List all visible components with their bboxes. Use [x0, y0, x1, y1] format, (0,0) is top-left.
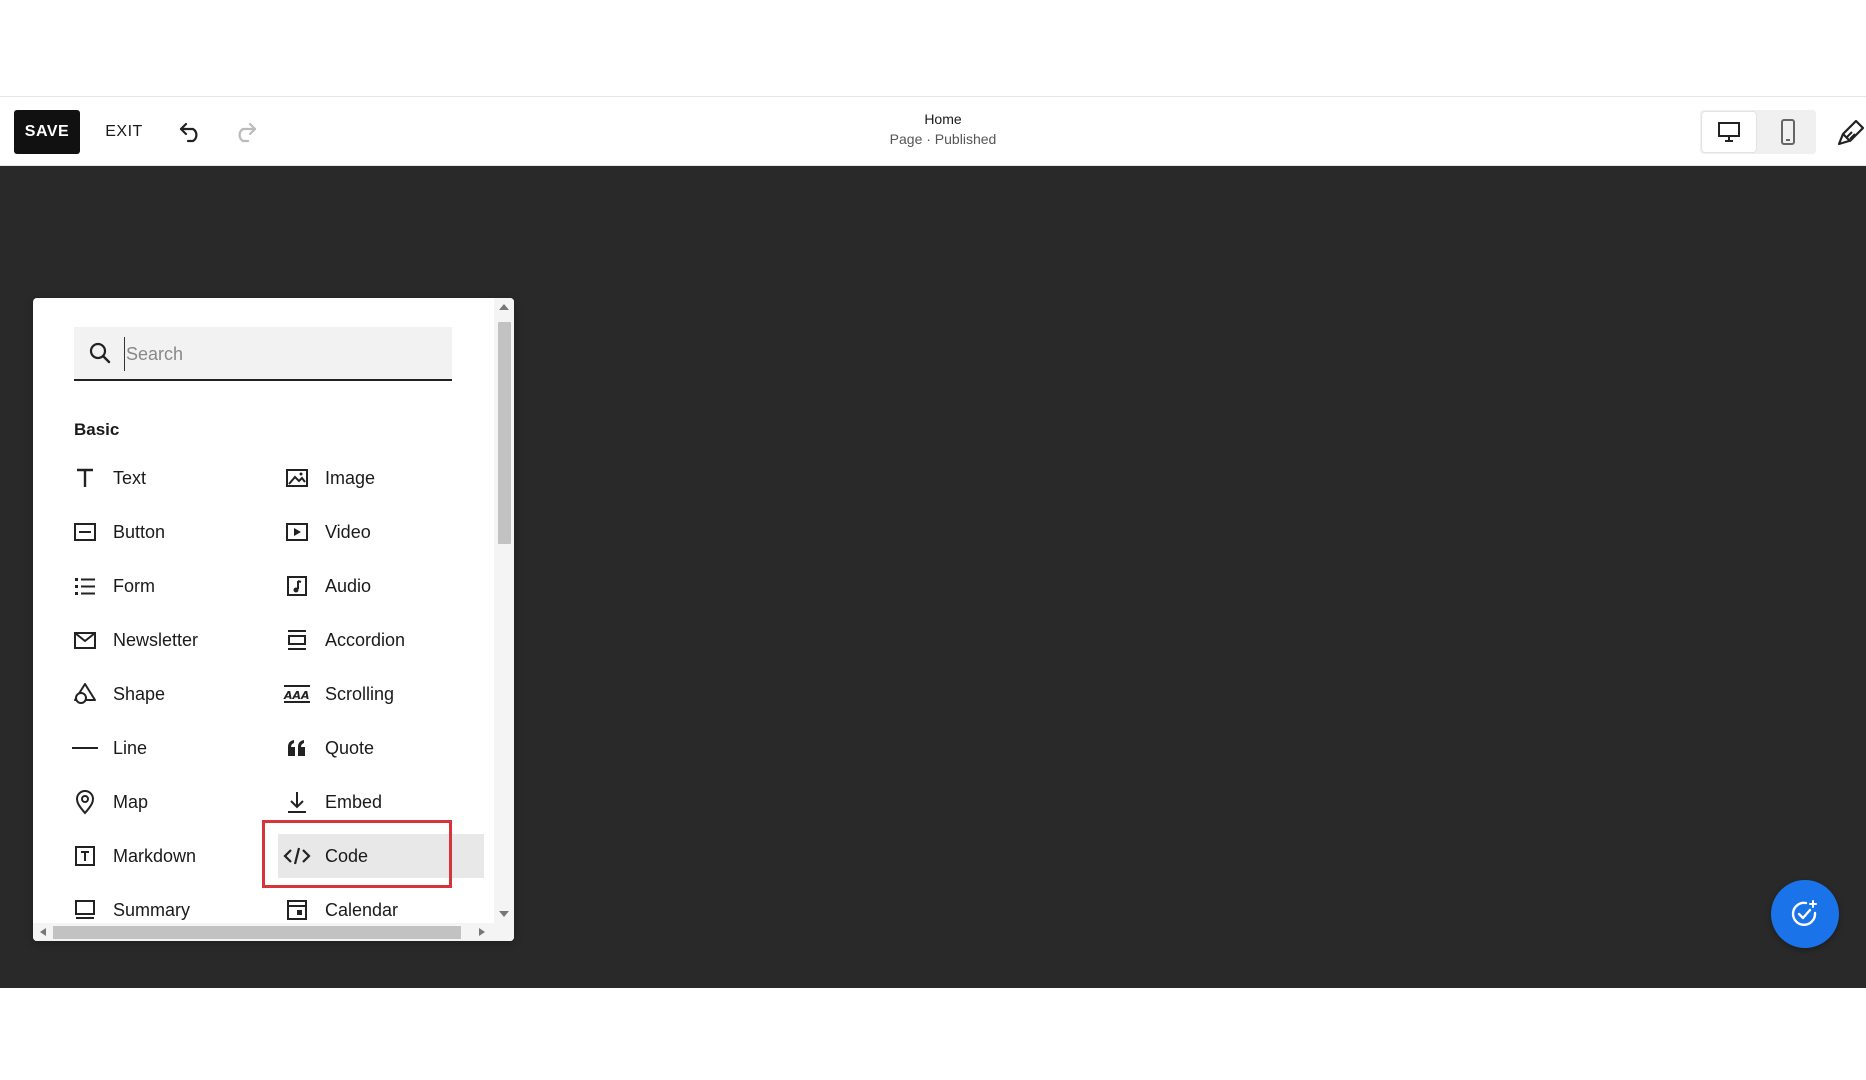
- block-newsletter[interactable]: Newsletter: [71, 618, 261, 662]
- editor-toolbar: SAVE EXIT Home Page · Published: [0, 96, 1866, 166]
- shape-icon: [71, 680, 99, 708]
- block-label: Calendar: [325, 899, 399, 920]
- block-video[interactable]: Video: [283, 510, 473, 554]
- scroll-left-arrow-icon[interactable]: [40, 928, 46, 936]
- block-shape[interactable]: Shape: [71, 672, 261, 716]
- mobile-icon: [1781, 119, 1795, 145]
- device-toggle: [1700, 110, 1816, 154]
- vertical-scroll-thumb[interactable]: [498, 322, 511, 544]
- block-map[interactable]: Map: [71, 780, 261, 824]
- search-field: [74, 327, 452, 381]
- block-label: Video: [325, 521, 371, 542]
- button-icon: [71, 518, 99, 546]
- block-quote[interactable]: Quote: [283, 726, 473, 770]
- desktop-icon: [1718, 122, 1740, 142]
- block-image[interactable]: Image: [283, 456, 473, 500]
- add-block-panel: Basic Text Image Button Video Form Audio…: [33, 298, 514, 941]
- video-icon: [283, 518, 311, 546]
- block-label: Line: [113, 737, 148, 758]
- block-label: Form: [113, 575, 155, 596]
- block-label: Shape: [113, 683, 166, 704]
- block-audio[interactable]: Audio: [283, 564, 473, 608]
- scrolling-icon: AAA: [283, 680, 311, 708]
- sparkle-check-icon: [1791, 900, 1817, 926]
- search-icon: [89, 342, 111, 364]
- block-label: Accordion: [325, 629, 406, 650]
- undo-icon[interactable]: [176, 117, 206, 147]
- accordion-icon: [283, 626, 311, 654]
- page-info: Home Page · Published: [843, 109, 1043, 149]
- design-brush-icon[interactable]: [1836, 115, 1866, 149]
- block-label: Summary: [113, 899, 191, 920]
- redo-icon[interactable]: [230, 117, 260, 147]
- block-label: Button: [113, 521, 166, 542]
- map-pin-icon: [71, 788, 99, 816]
- exit-button[interactable]: EXIT: [98, 110, 150, 154]
- section-label-basic: Basic: [74, 420, 120, 439]
- block-accordion[interactable]: Accordion: [283, 618, 473, 662]
- line-icon: [71, 734, 99, 762]
- block-label: Quote: [325, 737, 375, 758]
- form-icon: [71, 572, 99, 600]
- mobile-view-button[interactable]: [1760, 110, 1816, 154]
- block-form[interactable]: Form: [71, 564, 261, 608]
- save-button[interactable]: SAVE: [14, 110, 80, 154]
- block-button[interactable]: Button: [71, 510, 261, 554]
- block-line[interactable]: Line: [71, 726, 261, 770]
- scroll-right-arrow-icon[interactable]: [479, 928, 485, 936]
- summary-icon: [71, 896, 99, 924]
- embed-icon: [283, 788, 311, 816]
- block-embed[interactable]: Embed: [283, 780, 473, 824]
- horizontal-scroll-thumb[interactable]: [53, 926, 461, 939]
- quote-icon: [283, 734, 311, 762]
- code-icon: [283, 842, 311, 870]
- scroll-up-arrow-icon[interactable]: [499, 304, 509, 310]
- assistant-fab-button[interactable]: [1771, 880, 1839, 948]
- block-scrolling[interactable]: AAA Scrolling: [283, 672, 473, 716]
- vertical-scrollbar[interactable]: [494, 298, 514, 923]
- block-label: Scrolling: [325, 683, 395, 704]
- page-status: Page · Published: [889, 131, 997, 147]
- page-title: Home: [924, 111, 962, 127]
- audio-icon: [283, 572, 311, 600]
- markdown-icon: [71, 842, 99, 870]
- block-text[interactable]: Text: [71, 456, 261, 500]
- block-code[interactable]: Code: [278, 834, 484, 878]
- block-markdown[interactable]: Markdown: [71, 834, 261, 878]
- search-input[interactable]: [124, 337, 438, 371]
- block-label: Map: [113, 791, 149, 812]
- block-label: Text: [113, 467, 147, 488]
- block-label: Newsletter: [113, 629, 199, 650]
- block-label: Code: [325, 845, 369, 866]
- mail-icon: [71, 626, 99, 654]
- scroll-down-arrow-icon[interactable]: [499, 911, 509, 917]
- svg-text:AAA: AAA: [283, 689, 310, 702]
- block-label: Image: [325, 467, 376, 488]
- desktop-view-button[interactable]: [1702, 112, 1756, 152]
- block-label: Embed: [325, 791, 383, 812]
- block-label: Audio: [325, 575, 372, 596]
- block-label: Markdown: [113, 845, 197, 866]
- text-icon: [71, 464, 99, 492]
- image-icon: [283, 464, 311, 492]
- horizontal-scrollbar[interactable]: [33, 923, 514, 941]
- calendar-icon: [283, 896, 311, 924]
